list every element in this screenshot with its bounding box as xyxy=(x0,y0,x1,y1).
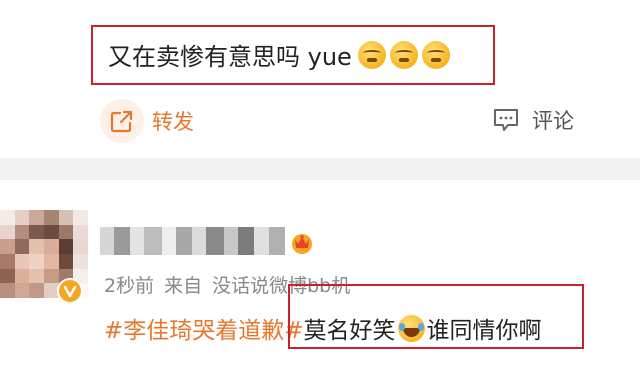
post-text: 又在卖惨有意思吗 yue xyxy=(108,37,450,72)
weibo-feed: 又在卖惨有意思吗 yue 转发 评论 2秒前 来自 没话说微博bb机 #李佳琦哭… xyxy=(0,0,640,373)
share-icon xyxy=(100,99,144,143)
highlight-box-comment xyxy=(288,284,584,349)
verified-badge-icon xyxy=(57,278,83,304)
comment-label: 评论 xyxy=(532,109,574,133)
vip-crown-icon xyxy=(292,234,312,254)
comment-time: 2秒前 xyxy=(104,275,155,297)
section-divider xyxy=(0,158,640,180)
comment-icon xyxy=(494,109,518,131)
username-pixelated[interactable] xyxy=(100,227,285,255)
yue-emoji-icon xyxy=(421,40,450,69)
share-button[interactable]: 转发 xyxy=(100,99,194,143)
comment-button[interactable]: 评论 xyxy=(492,105,574,135)
hashtag-link[interactable]: #李佳琦哭着道歉# xyxy=(104,311,304,345)
source-prefix: 来自 xyxy=(164,275,203,297)
share-label: 转发 xyxy=(152,110,194,134)
post-actions: 转发 评论 xyxy=(0,95,640,145)
post-text-content: 又在卖惨有意思吗 yue xyxy=(108,43,352,71)
comment-item: 2秒前 来自 没话说微博bb机 #李佳琦哭着道歉# 莫名好笑 谁同情你啊 xyxy=(0,180,640,373)
yue-emoji-icon xyxy=(357,40,386,69)
top-post: 又在卖惨有意思吗 yue 转发 评论 xyxy=(0,0,640,160)
yue-emoji-icon xyxy=(389,40,418,69)
